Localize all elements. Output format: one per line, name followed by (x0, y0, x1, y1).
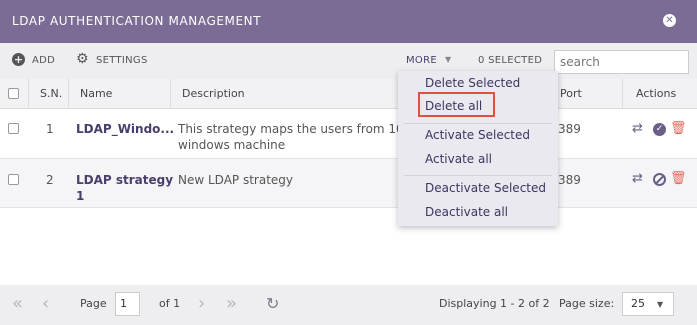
first-page-icon[interactable]: « (12, 293, 23, 314)
check-circle-icon[interactable]: ✓ (653, 123, 666, 136)
menu-item-activate-selected[interactable]: Activate Selected (425, 128, 530, 142)
page-size-label: Page size: (559, 297, 615, 310)
column-divider (622, 79, 623, 109)
row-description: New LDAP strategy (178, 173, 294, 187)
row-name-link[interactable]: LDAP_Windo... (76, 122, 174, 136)
row-checkbox[interactable] (8, 123, 19, 134)
menu-item-deactivate-selected[interactable]: Deactivate Selected (425, 181, 546, 195)
trash-icon[interactable]: 🗑 (670, 121, 687, 136)
column-actions: Actions (636, 87, 677, 100)
column-divider (170, 79, 171, 109)
page-size-select[interactable]: 25 (622, 292, 674, 316)
row-description-line2: windows machine (178, 138, 286, 152)
gear-icon[interactable]: ⚙ (76, 52, 89, 66)
more-button[interactable]: MORE (406, 55, 437, 66)
page-count: of 1 (159, 297, 181, 310)
select-all-checkbox[interactable] (8, 88, 19, 99)
menu-divider (404, 175, 552, 176)
title-bar: LDAP AUTHENTICATION MANAGEMENT ✕ (0, 0, 697, 43)
row-sn: 2 (46, 173, 54, 187)
close-icon[interactable]: ✕ (663, 14, 676, 27)
sync-icon[interactable]: ⇄ (632, 121, 643, 136)
pager: « ‹ Page 1 of 1 › » ↻ Displaying 1 - 2 o… (0, 285, 697, 325)
refresh-icon[interactable]: ↻ (266, 294, 279, 313)
row-port: 389 (558, 122, 581, 136)
column-divider (28, 79, 29, 109)
row-port: 389 (558, 173, 581, 187)
next-page-icon[interactable]: › (198, 293, 205, 314)
menu-item-deactivate-all[interactable]: Deactivate all (425, 205, 508, 219)
table-header: S.N. Name Description Port Actions (0, 79, 697, 109)
chevron-down-icon[interactable]: ▼ (445, 55, 451, 64)
settings-button[interactable]: SETTINGS (96, 55, 148, 66)
column-port[interactable]: Port (560, 87, 582, 100)
row-sn: 1 (46, 122, 54, 136)
row-name-link[interactable]: LDAP strategy (76, 173, 173, 187)
add-button[interactable]: ADD (32, 55, 55, 66)
ban-icon[interactable] (653, 173, 666, 186)
last-page-icon[interactable]: » (226, 293, 237, 314)
column-description[interactable]: Description (182, 87, 245, 100)
row-checkbox[interactable] (8, 174, 19, 185)
chevron-down-icon[interactable]: ▼ (657, 300, 663, 309)
trash-icon[interactable]: 🗑 (670, 171, 687, 186)
page-number-input[interactable]: 1 (115, 292, 140, 316)
menu-item-activate-all[interactable]: Activate all (425, 152, 492, 166)
search-input[interactable] (554, 50, 689, 74)
column-sn[interactable]: S.N. (40, 87, 62, 100)
row-name-link-line2[interactable]: 1 (76, 189, 84, 203)
page-label: Page (80, 297, 107, 310)
add-icon[interactable]: + (12, 53, 25, 66)
menu-item-delete-all[interactable]: Delete all (425, 99, 482, 113)
menu-item-delete-selected[interactable]: Delete Selected (425, 76, 520, 90)
menu-divider (404, 123, 552, 124)
window-title: LDAP AUTHENTICATION MANAGEMENT (12, 14, 262, 28)
column-divider (68, 79, 69, 109)
sync-icon[interactable]: ⇄ (632, 171, 643, 186)
prev-page-icon[interactable]: ‹ (42, 293, 49, 314)
row-description: This strategy maps the users from 10.45 (178, 122, 400, 136)
table-row[interactable]: 1 LDAP_Windo... This strategy maps the u… (0, 110, 697, 159)
more-menu: Delete Selected Delete all Activate Sele… (398, 71, 558, 226)
table-row[interactable]: 2 LDAP strategy 1 New LDAP strategy 389 … (0, 159, 697, 208)
selected-count: 0 SELECTED (478, 55, 543, 66)
displaying-text: Displaying 1 - 2 of 2 (439, 297, 550, 310)
column-name[interactable]: Name (80, 87, 112, 100)
